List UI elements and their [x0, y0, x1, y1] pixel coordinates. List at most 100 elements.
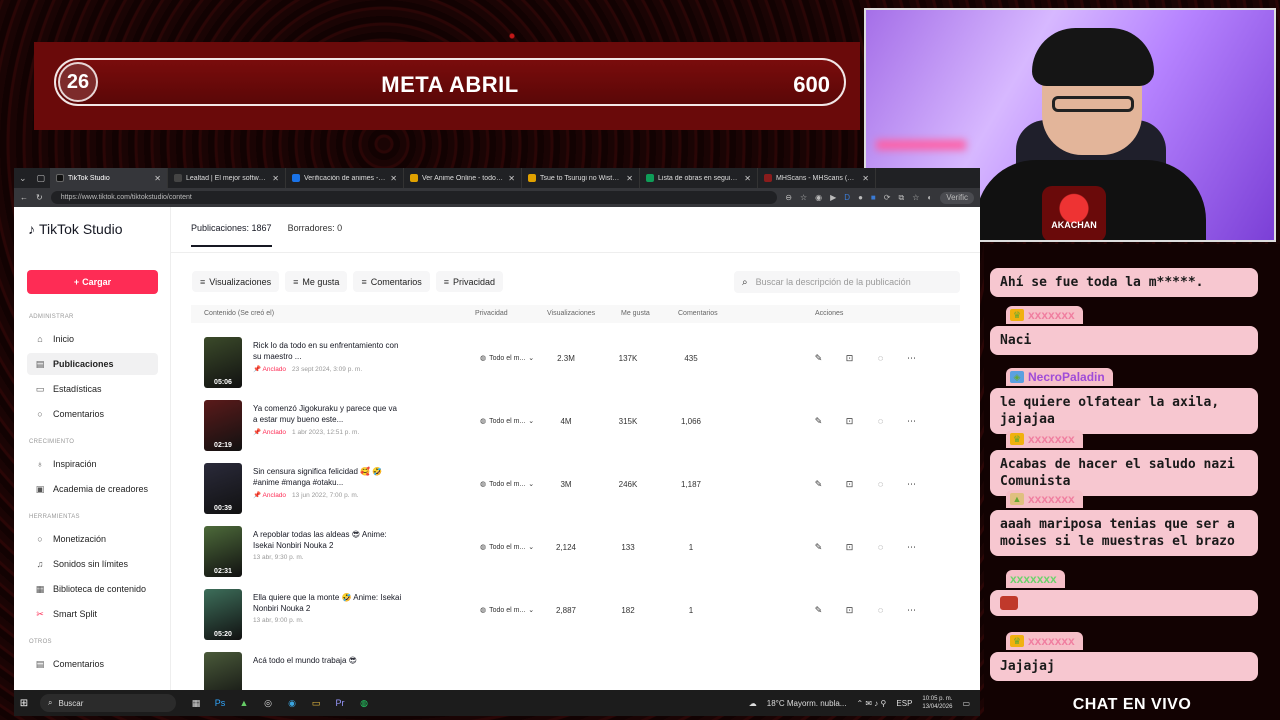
video-title[interactable]: Acá todo el mundo trabaja 😎 [253, 655, 403, 666]
filter-comments[interactable]: ≡ Comentarios [353, 271, 430, 292]
browser-tab[interactable]: Lista de obras en seguimiento - I ✕ [640, 168, 758, 188]
close-icon[interactable]: ✕ [508, 174, 515, 183]
video-title[interactable]: A repoblar todas las aldeas 😎 Anime: Ise… [253, 529, 403, 551]
sidebar-item-smart-split[interactable]: ✂ Smart Split [27, 603, 158, 625]
more-icon[interactable]: ⋯ [905, 479, 918, 490]
more-icon[interactable]: ⋯ [905, 353, 918, 364]
stats-icon[interactable]: ⊡ [843, 416, 856, 427]
comment-icon[interactable]: ◌ [874, 416, 887, 427]
more-icon[interactable]: ⋯ [905, 416, 918, 427]
close-icon[interactable]: ✕ [390, 174, 397, 183]
col-likes[interactable]: Me gusta [621, 310, 650, 317]
reload-icon[interactable]: ↻ [36, 193, 43, 202]
sidebar-item-home[interactable]: ⌂ Inicio [27, 328, 158, 350]
table-row[interactable]: 02:19 Ya comenzó Jigokuraku y parece que … [191, 399, 960, 462]
edit-icon[interactable]: ✎ [812, 416, 825, 427]
col-views[interactable]: Visualizaciones [547, 310, 595, 317]
comment-icon[interactable]: ◌ [874, 542, 887, 553]
tab-drafts[interactable]: Borradores: 0 [288, 223, 343, 247]
extension-icon[interactable]: D [844, 193, 850, 202]
comment-icon[interactable]: ◌ [874, 353, 887, 364]
col-comments[interactable]: Comentarios [678, 310, 718, 317]
browser-tab[interactable]: MHScans - MHScans (Oficial) ✕ [758, 168, 876, 188]
close-icon[interactable]: ✕ [154, 174, 161, 183]
browser-tab[interactable]: Verificación de animes - Verificac ✕ [286, 168, 404, 188]
sidebar-item-comments[interactable]: ○ Comentarios [27, 403, 158, 425]
task-view-icon[interactable]: ▦ [190, 698, 202, 709]
tiktok-studio-logo[interactable]: ♪ TikTok Studio [28, 221, 123, 237]
sidebar-icon[interactable]: ☆ [912, 193, 919, 202]
taskbar-search[interactable]: ⌕ Buscar [40, 694, 176, 712]
chevron-down-icon[interactable]: ⌄ [19, 173, 27, 184]
sidebar-item-comments-other[interactable]: ▤ Comentarios [27, 653, 158, 675]
sidebar-item-monetization[interactable]: ○ Monetización [27, 528, 158, 550]
filter-privacy[interactable]: ≡ Privacidad [435, 271, 504, 292]
col-content[interactable]: Contenido (Se creó el) [204, 310, 274, 317]
sidebar-item-library[interactable]: ▦ Biblioteca de contenido [27, 578, 158, 600]
video-title[interactable]: Rick lo da todo en su enfrentamiento con… [253, 340, 403, 362]
search-input[interactable] [755, 277, 946, 287]
whatsapp-icon[interactable]: ◍ [358, 698, 370, 709]
extension-icon[interactable]: ⟳ [884, 193, 891, 202]
language-indicator[interactable]: ESP [896, 699, 912, 708]
close-icon[interactable]: ✕ [862, 174, 869, 183]
table-row[interactable]: 02:31 A repoblar todas las aldeas 😎 Anime… [191, 525, 960, 588]
filter-views[interactable]: ≡ Visualizaciones [192, 271, 280, 292]
tray-icons[interactable]: ⌃ ✉ ♪ ⚲ [856, 699, 886, 708]
back-arrow-icon[interactable]: ← [20, 193, 28, 202]
privacy-dropdown[interactable]: ◍ Todo el m... ⌄ [480, 354, 534, 363]
privacy-dropdown[interactable]: ◍ Todo el m... ⌄ [480, 606, 534, 615]
sidebar-item-inspiration[interactable]: ♁ Inspiración [27, 453, 158, 475]
close-icon[interactable]: ✕ [626, 174, 633, 183]
upload-button[interactable]: + Cargar [27, 270, 158, 294]
tab-posts[interactable]: Publicaciones: 1867 [191, 223, 272, 247]
sidebar-item-sounds[interactable]: ♫ Sonidos sin límites [27, 553, 158, 575]
edit-icon[interactable]: ✎ [812, 605, 825, 616]
video-thumbnail[interactable] [204, 652, 242, 690]
video-title[interactable]: Ella quiere que la monte 🤣 Anime: Isekai… [253, 592, 403, 614]
extension-icon[interactable]: ● [858, 193, 863, 202]
photoshop-icon[interactable]: Ps [214, 698, 226, 709]
app-icon[interactable]: ▲ [238, 698, 250, 709]
windows-start-icon[interactable]: ⊞ [14, 698, 34, 709]
table-row[interactable]: 00:39 Sin censura significa felicidad 🥰 🤣… [191, 462, 960, 525]
stats-icon[interactable]: ⊡ [843, 353, 856, 364]
close-icon[interactable]: ✕ [744, 174, 751, 183]
obs-icon[interactable]: ◎ [262, 698, 274, 709]
sidebar-item-posts[interactable]: ▤ Publicaciones [27, 353, 158, 375]
folder-icon[interactable]: ▭ [310, 698, 322, 709]
privacy-dropdown[interactable]: ◍ Todo el m... ⌄ [480, 480, 534, 489]
privacy-dropdown[interactable]: ◍ Todo el m... ⌄ [480, 417, 534, 426]
stats-icon[interactable]: ⊡ [843, 605, 856, 616]
url-field[interactable]: https://www.tiktok.com/tiktokstudio/cont… [50, 191, 778, 204]
video-thumbnail[interactable]: 02:31 [204, 526, 242, 577]
video-title[interactable]: Ya comenzó Jigokuraku y parece que va a … [253, 403, 403, 425]
table-row[interactable]: 05:06 Rick lo da todo en su enfrentamient… [191, 336, 960, 399]
star-icon[interactable]: ☆ [800, 193, 807, 202]
video-thumbnail[interactable]: 02:19 [204, 400, 242, 451]
close-icon[interactable]: ✕ [272, 174, 279, 183]
video-thumbnail[interactable]: 05:20 [204, 589, 242, 640]
browser-tab[interactable]: Ver Anime Online - todos los ani ✕ [404, 168, 522, 188]
edit-icon[interactable]: ✎ [812, 479, 825, 490]
video-title[interactable]: Sin censura significa felicidad 🥰 🤣 #ani… [253, 466, 403, 488]
privacy-dropdown[interactable]: ◍ Todo el m... ⌄ [480, 543, 534, 552]
edit-icon[interactable]: ✎ [812, 353, 825, 364]
comment-icon[interactable]: ◌ [874, 479, 887, 490]
extension-icon[interactable]: ◉ [815, 193, 822, 202]
weather-text[interactable]: 18°C Mayorm. nubla... [767, 699, 847, 708]
filter-likes[interactable]: ≡ Me gusta [285, 271, 348, 292]
profile-icon[interactable]: ◐ [927, 193, 932, 202]
extension-icon[interactable]: ■ [871, 193, 876, 202]
sidebar-item-academy[interactable]: ▣ Academia de creadores [27, 478, 158, 500]
sidebar-item-stats[interactable]: ▭ Estadísticas [27, 378, 158, 400]
browser-tab[interactable]: Tsue to Tsurugi no Wistoria Seas✕ [522, 168, 640, 188]
more-icon[interactable]: ⋯ [905, 542, 918, 553]
stats-icon[interactable]: ⊡ [843, 542, 856, 553]
comment-icon[interactable]: ◌ [874, 605, 887, 616]
profile-pill[interactable]: Verific [940, 191, 974, 204]
browser-tab[interactable]: Lealtad | El mejor software para p✕ [168, 168, 286, 188]
video-thumbnail[interactable]: 05:06 [204, 337, 242, 388]
puzzle-icon[interactable]: ⧉ [898, 193, 904, 203]
premiere-icon[interactable]: Pr [334, 698, 346, 709]
